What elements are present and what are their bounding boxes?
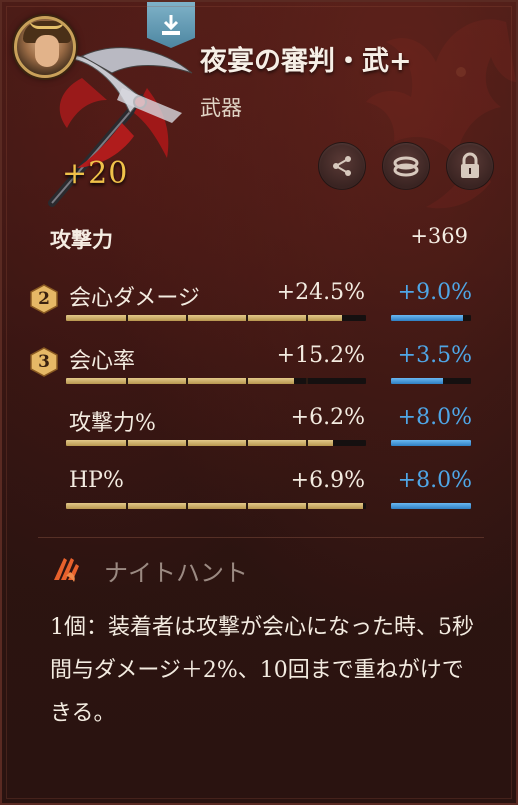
rings-icon <box>393 156 419 177</box>
substat-value: +24.5% <box>276 280 365 305</box>
bar-segment-divider <box>246 378 248 384</box>
substat-bonus-bar <box>391 315 471 321</box>
set-bonus-description: 1個：装着者は攻撃が会心になった時、5秒間与ダメージ＋2%、10回まで重ねがけで… <box>50 615 474 726</box>
lock-button[interactable] <box>446 142 494 190</box>
substat-row: 2 会心ダメージ +24.5% +9.0% <box>2 278 516 340</box>
bar-segment-divider <box>126 440 128 446</box>
item-name: 夜宴の審判・武+ <box>200 46 412 77</box>
substat-bonus: +8.0% <box>397 405 472 430</box>
bar-segment-divider <box>246 503 248 509</box>
substat-roll-bar <box>66 315 366 321</box>
compare-button[interactable] <box>382 142 430 190</box>
share-button[interactable] <box>318 142 366 190</box>
substat-bonus: +8.0% <box>397 468 472 493</box>
bar-segment-divider <box>126 378 128 384</box>
substat-row: 3 会心率 +15.2% +3.5% <box>2 341 516 403</box>
bar-segment-divider <box>246 440 248 446</box>
substat-bonus-bar <box>391 503 471 509</box>
bar-segment-divider <box>126 503 128 509</box>
substat-label: HP% <box>69 468 124 493</box>
section-divider <box>38 537 484 538</box>
substat-value: +15.2% <box>276 343 365 368</box>
substat-roll-bar <box>66 440 366 446</box>
bar-segment-divider <box>186 440 188 446</box>
download-icon <box>162 15 180 35</box>
item-type: 武器 <box>200 96 242 120</box>
bar-segment-divider <box>306 378 308 384</box>
main-stat-value: +369 <box>410 224 468 248</box>
substat-bonus: +9.0% <box>397 280 472 305</box>
substat-bonus: +3.5% <box>397 343 472 368</box>
dragon-emblem-decoration <box>366 19 516 209</box>
set-bonus-name: ナイトハント <box>104 559 248 587</box>
substat-row: HP% +6.9% +8.0% <box>2 466 516 528</box>
main-stat-label: 攻撃力 <box>50 227 113 252</box>
bar-segment-divider <box>306 503 308 509</box>
substat-bonus-bar <box>391 440 471 446</box>
bar-segment-divider <box>306 440 308 446</box>
substat-label: 会心率 <box>69 349 136 374</box>
bar-segment-divider <box>306 315 308 321</box>
substat-row: 攻撃力% +6.2% +8.0% <box>2 403 516 465</box>
substat-roll-bar <box>66 503 366 509</box>
bar-segment-divider <box>246 315 248 321</box>
substat-value: +6.2% <box>290 405 365 430</box>
substat-roll-bar <box>66 378 366 384</box>
substat-value: +6.9% <box>290 468 365 493</box>
substat-label: 攻撃力% <box>69 411 156 436</box>
set-claw-icon <box>54 558 79 582</box>
substat-label: 会心ダメージ <box>69 286 200 311</box>
substat-bonus-bar <box>391 378 471 384</box>
bar-segment-divider <box>126 315 128 321</box>
upgrade-count-badge: 2 <box>30 284 58 314</box>
bar-segment-divider <box>186 503 188 509</box>
item-detail-card: +20 夜宴の審判・武+ 武器 攻撃力 +369 2 会心ダメージ +24.5%… <box>0 0 518 805</box>
enhance-level: +20 <box>62 156 129 191</box>
share-icon <box>333 156 351 176</box>
lock-icon <box>461 152 479 178</box>
bar-segment-divider <box>186 315 188 321</box>
bar-segment-divider <box>186 378 188 384</box>
upgrade-count-badge: 3 <box>30 347 58 377</box>
character-avatar[interactable] <box>14 16 76 78</box>
